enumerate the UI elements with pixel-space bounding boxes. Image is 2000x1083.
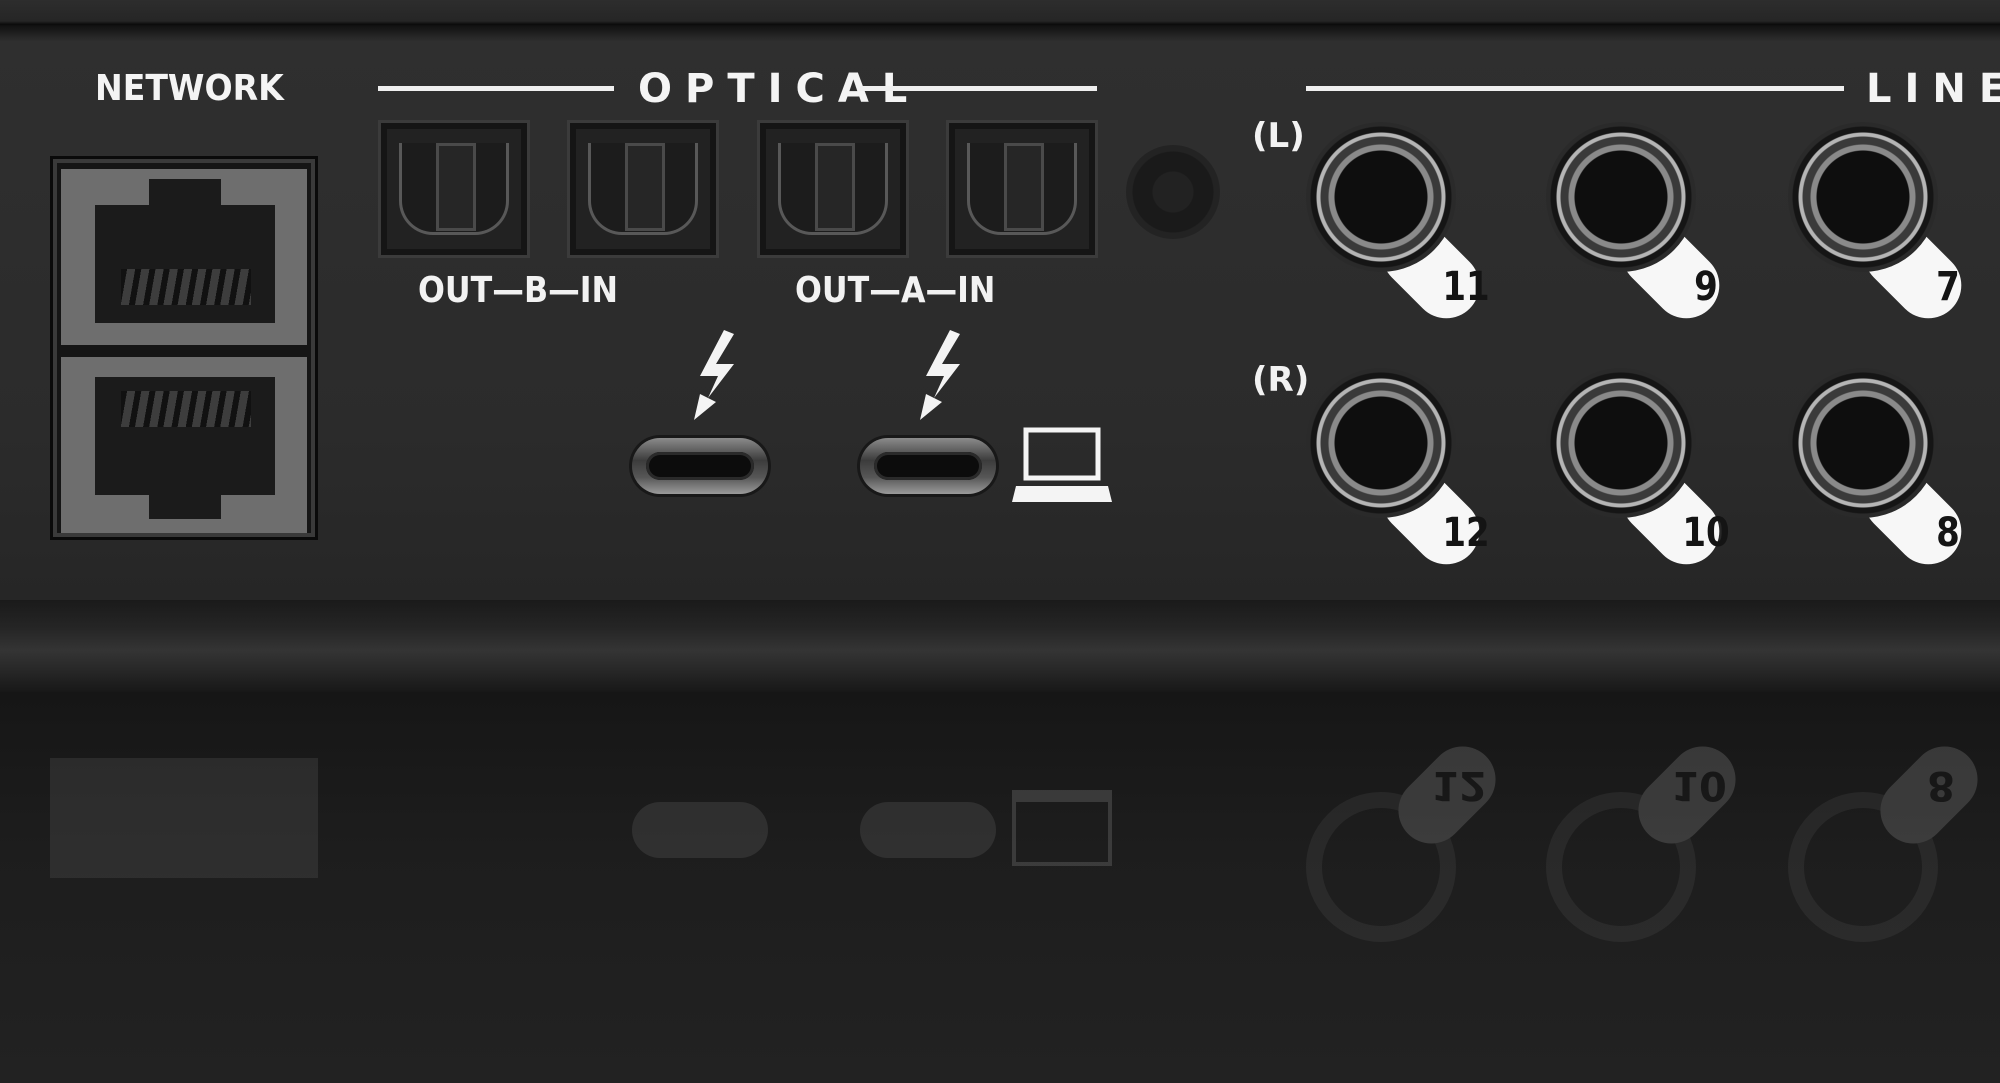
jack-number-reflection: 10 [1671, 762, 1727, 808]
line-jack-reflection: 10 [1546, 732, 1750, 962]
line-jack-9[interactable]: 9 [1546, 122, 1742, 332]
line-jack-12[interactable]: 12 [1306, 368, 1502, 578]
laptop-icon-reflection [1012, 790, 1112, 866]
jack-number: 7 [1936, 264, 1960, 310]
thunderbolt-port-1[interactable] [632, 438, 768, 494]
line-label: LINE [1866, 66, 2000, 112]
thunderbolt-port-reflection [860, 802, 996, 858]
line-jack-8[interactable]: 8 [1788, 368, 1984, 578]
toslink-core [625, 143, 665, 231]
rj45-port-upper[interactable] [61, 169, 307, 345]
line-rule [1306, 86, 1844, 91]
jack-number-reflection: 8 [1927, 762, 1955, 808]
optical-rule-right [860, 86, 1097, 91]
toslink-core [1004, 143, 1044, 231]
jack-number-reflection: 12 [1431, 762, 1487, 808]
optical-a-out-port[interactable] [757, 120, 909, 258]
rj45-latch [149, 493, 221, 519]
toslink-shell [399, 143, 509, 235]
toslink-shell [588, 143, 698, 235]
jack-number: 10 [1682, 510, 1730, 556]
channel-right-label: (R) [1252, 360, 1310, 400]
optical-b-caption: OUT—B—IN [418, 270, 619, 311]
line-jack-reflection: 8 [1788, 732, 1992, 962]
jack-socket[interactable] [1788, 368, 1938, 518]
panel-screw [1126, 145, 1220, 239]
thunderbolt-icon [694, 330, 734, 420]
jack-number: 9 [1694, 264, 1718, 310]
jack-number: 12 [1442, 510, 1490, 556]
laptop-icon [1012, 427, 1112, 502]
toslink-core [436, 143, 476, 231]
jack-socket[interactable] [1546, 368, 1696, 518]
jack-socket[interactable] [1306, 368, 1456, 518]
optical-b-out-port[interactable] [378, 120, 530, 258]
thunderbolt-port-reflection [632, 802, 768, 858]
jack-socket[interactable] [1306, 122, 1456, 272]
optical-a-in-port[interactable] [946, 120, 1098, 258]
rj45-slot [95, 205, 275, 323]
thunderbolt-icon [920, 330, 960, 420]
toslink-shell [778, 143, 888, 235]
surface-reflection: 12 10 8 [0, 692, 2000, 1083]
thunderbolt-port-2[interactable] [860, 438, 996, 494]
rj45-pins [121, 269, 251, 305]
optical-a-caption: OUT—A—IN [795, 270, 996, 311]
jack-socket[interactable] [1788, 122, 1938, 272]
line-jack-7[interactable]: 7 [1788, 122, 1984, 332]
network-port[interactable] [50, 156, 318, 540]
rj45-port-lower[interactable] [61, 357, 307, 533]
channel-left-label: (L) [1252, 116, 1305, 156]
line-jack-reflection: 12 [1306, 732, 1510, 962]
line-jack-10[interactable]: 10 [1546, 368, 1742, 578]
chassis-top-edge [0, 0, 2000, 42]
toslink-shell [967, 143, 1077, 235]
line-jack-11[interactable]: 11 [1306, 122, 1502, 332]
network-port-reflection [50, 758, 318, 878]
jack-number: 11 [1442, 264, 1490, 310]
optical-rule-left [378, 86, 614, 91]
rj45-pins [121, 391, 251, 427]
optical-b-in-port[interactable] [567, 120, 719, 258]
chassis-lip [0, 600, 2000, 692]
network-label: NETWORK [95, 68, 284, 109]
jack-number: 8 [1936, 510, 1960, 556]
rj45-latch [149, 179, 221, 205]
toslink-core [815, 143, 855, 231]
jack-socket[interactable] [1546, 122, 1696, 272]
